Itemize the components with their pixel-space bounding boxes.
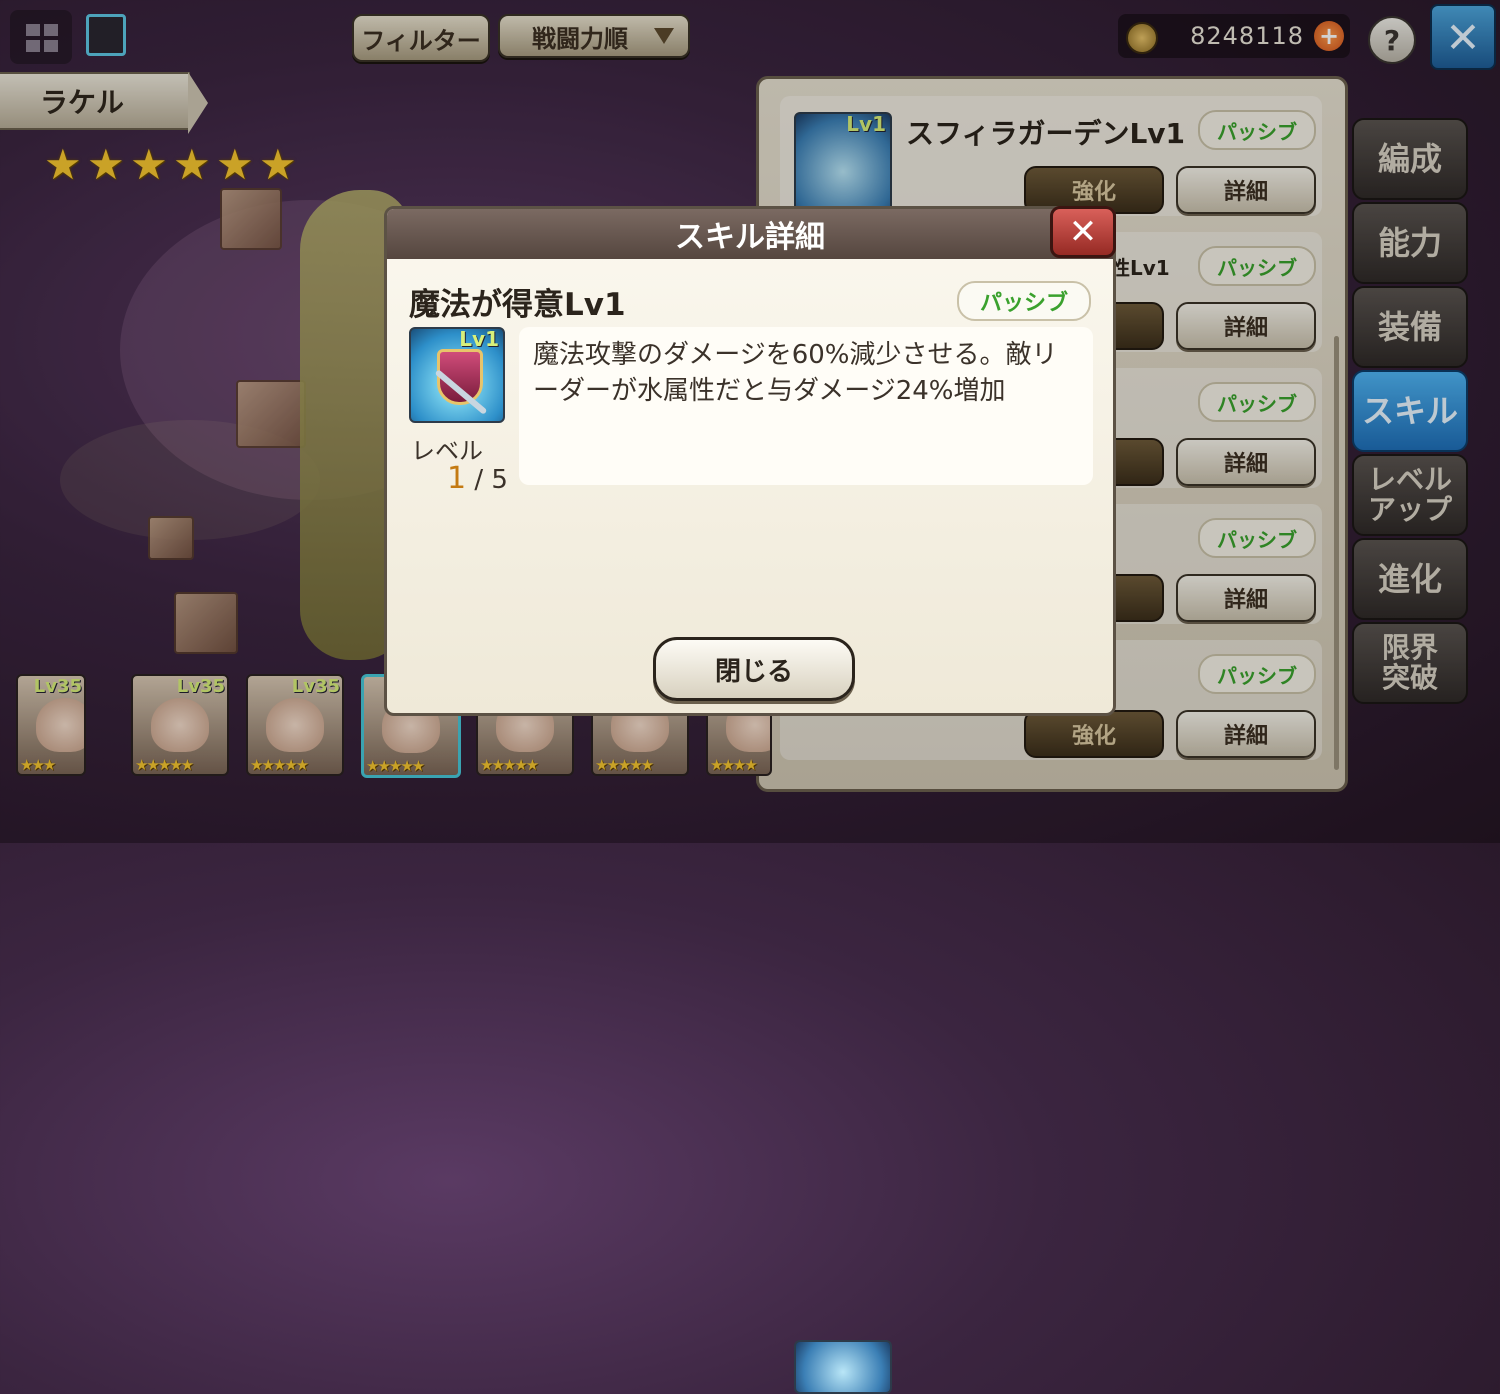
skill-description-box: 魔法攻撃のダメージを60%減少させる。敵リーダーが水属性だと与ダメージ24%増加	[519, 327, 1093, 485]
modal-header: スキル詳細	[387, 209, 1113, 259]
level-current: 1	[447, 461, 467, 496]
skill-name: 魔法が得意Lv1	[409, 287, 626, 323]
modal-close-button[interactable]: ✕	[1050, 206, 1116, 258]
close-modal-button[interactable]: 閉じる	[653, 637, 855, 701]
level-max: / 5	[474, 465, 508, 495]
skill-detail-modal: スキル詳細 魔法が得意Lv1 パッシブ Lv1 魔法攻撃のダメージを60%減少さ…	[384, 206, 1116, 716]
shield-sword-icon: Lv1	[409, 327, 505, 423]
skill-icon-level: Lv1	[459, 327, 499, 351]
skill-type-badge: パッシブ	[957, 281, 1091, 321]
close-icon: ✕	[1068, 212, 1098, 252]
level-value: 1 / 5	[447, 461, 508, 496]
skill-description: 魔法攻撃のダメージを60%減少させる。敵リーダーが水属性だと与ダメージ24%増加	[533, 340, 1058, 406]
skill-icon	[794, 1340, 892, 1394]
